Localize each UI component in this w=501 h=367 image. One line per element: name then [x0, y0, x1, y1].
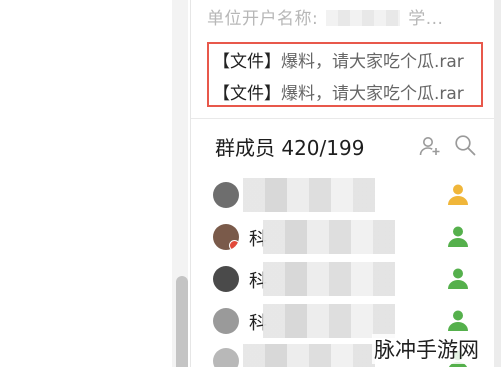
file-name[interactable]: 爆料，请大家吃个瓜.rar: [281, 52, 464, 72]
member-avatar[interactable]: [213, 308, 239, 334]
shared-files-highlight: 【文件】爆料，请大家吃个瓜.rar 【文件】爆料，请大家吃个瓜.rar: [207, 42, 483, 107]
notice-suffix: 学...: [408, 9, 444, 29]
member-row[interactable]: 科: [213, 262, 483, 296]
member-avatar[interactable]: [213, 182, 239, 208]
status-badge: [229, 240, 239, 250]
add-member-icon[interactable]: [418, 134, 442, 158]
section-divider: [191, 118, 497, 119]
site-watermark: 脉冲手游网: [372, 334, 481, 364]
admin-icon: [448, 310, 468, 331]
file-item[interactable]: 【文件】爆料，请大家吃个瓜.rar: [213, 79, 464, 105]
file-name[interactable]: 爆料，请大家吃个瓜.rar: [281, 84, 464, 104]
search-icon[interactable]: [454, 134, 476, 156]
group-info-panel: 单位开户名称: 学... 【文件】爆料，请大家吃个瓜.rar 【文件】爆料，请大家…: [190, 0, 497, 367]
admin-icon: [448, 268, 468, 289]
redacted-name-mosaic: [263, 304, 395, 338]
notice-label: 单位开户名称:: [207, 9, 319, 29]
right-scrollbar-track[interactable]: [494, 0, 501, 367]
group-notice: 单位开户名称: 学...: [207, 4, 443, 29]
owner-icon: [448, 184, 468, 205]
redacted-name-mosaic: [243, 344, 375, 367]
admin-icon: [448, 226, 468, 247]
file-tag: 【文件】: [213, 52, 281, 72]
member-avatar[interactable]: [213, 266, 239, 292]
members-header: 群成员 420/199: [215, 136, 365, 160]
redacted-name-mosaic: [243, 178, 375, 212]
left-scrollbar-thumb[interactable]: [176, 276, 188, 367]
file-item[interactable]: 【文件】爆料，请大家吃个瓜.rar: [213, 47, 464, 73]
redacted-name-mosaic: [263, 220, 395, 254]
member-row[interactable]: [213, 178, 483, 212]
member-avatar[interactable]: [213, 224, 239, 250]
member-row[interactable]: 科: [213, 220, 483, 254]
redacted-text: [326, 10, 401, 26]
file-tag: 【文件】: [213, 84, 281, 104]
member-row[interactable]: 科: [213, 304, 483, 338]
redacted-name-mosaic: [263, 262, 395, 296]
member-avatar[interactable]: [213, 348, 239, 367]
